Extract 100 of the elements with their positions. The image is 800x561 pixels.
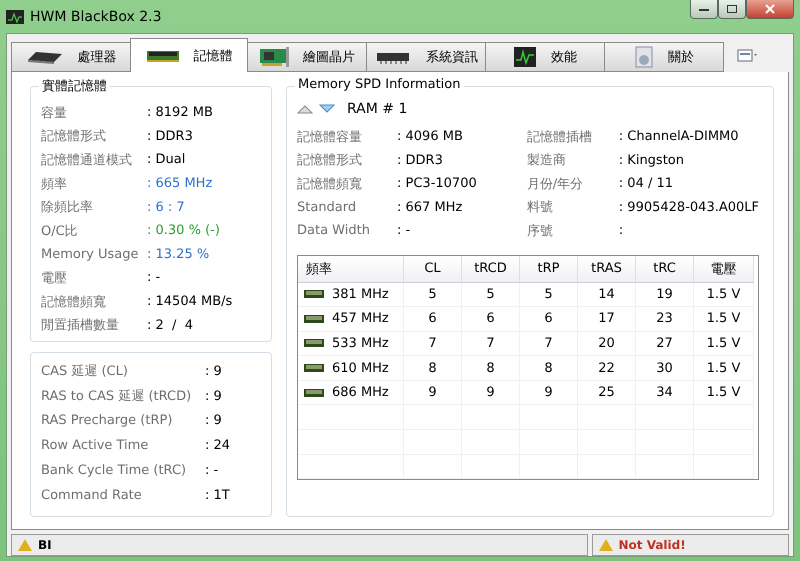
column-header[interactable]: tRAS [578, 256, 636, 282]
table-cell: 686 MHz [332, 385, 389, 400]
field-value: : Kingston [618, 152, 684, 168]
column-header[interactable]: 頻率 [298, 256, 404, 282]
field-value: : [618, 223, 624, 238]
field-value: : - [205, 463, 218, 478]
field-value: : 13.25 % [147, 246, 210, 262]
status-text: Not Valid! [618, 538, 686, 552]
tab[interactable]: 處理器 [11, 42, 131, 72]
app-icon [6, 10, 24, 24]
empty-table-cell [636, 454, 694, 480]
field-label: 記憶體容量 [297, 128, 363, 146]
window-title: HWM BlackBox 2.3 [30, 8, 163, 24]
info-icon [634, 46, 654, 68]
table-cell: 381 MHz [332, 286, 389, 302]
tab[interactable]: 記憶體 [130, 38, 248, 72]
field-label: 製造商 [526, 152, 567, 170]
column-header[interactable]: tRCD [462, 256, 520, 282]
field-value: : 8192 MB [147, 105, 213, 120]
field-label: 記憶體形式 [41, 128, 107, 146]
field-label: 料號 [526, 199, 554, 216]
graphics-card-icon [259, 47, 289, 67]
table-cell: 533 MHz [332, 336, 389, 351]
warning-icon [18, 539, 32, 551]
field-label: Memory Usage [41, 246, 140, 262]
field-value: : 14504 MB/s [147, 294, 232, 310]
field-label: 頻率 [41, 176, 68, 193]
table-cell: 17 [598, 311, 615, 326]
table-cell: 1.5 V [706, 286, 740, 302]
table-cell: 6 [428, 311, 437, 326]
field-value: : 4096 MB [397, 129, 463, 144]
maximize-button[interactable] [718, 0, 746, 19]
field-value: : 665 MHz [147, 176, 212, 192]
minimize-button[interactable] [690, 0, 718, 19]
field-label: Bank Cycle Time (tRC) [41, 463, 188, 478]
field-value: : 1T [205, 488, 230, 503]
column-header[interactable]: tRP [520, 256, 578, 282]
close-button[interactable] [746, 0, 794, 19]
table-cell: 20 [598, 336, 615, 351]
memory-stick-icon [304, 338, 324, 348]
field-value: : 667 MHz [397, 200, 462, 215]
table-cell: 5 [486, 286, 495, 302]
table-cell: 5 [544, 286, 553, 302]
menu-icon[interactable] [737, 48, 759, 64]
memory-stick-icon [304, 289, 324, 300]
up-arrow-icon[interactable] [297, 104, 313, 114]
column-header[interactable]: CL [404, 256, 462, 282]
group-title: Memory SPD Information [295, 77, 464, 92]
close-icon [765, 4, 775, 14]
table-cell: 27 [656, 336, 673, 351]
empty-table-cell [404, 454, 462, 480]
field-label: 容量 [41, 104, 68, 122]
empty-table-cell [694, 454, 754, 480]
tab[interactable]: 系統資訊 [366, 42, 486, 72]
field-label: 記憶體頻寬 [41, 294, 107, 311]
field-value: : - [397, 223, 410, 238]
status-text: BI [38, 538, 52, 552]
field-value: : ChannelA-DIMM0 [618, 129, 739, 144]
tab[interactable]: 效能 [485, 42, 605, 72]
field-label: Command Rate [41, 488, 143, 503]
table-cell: 30 [656, 360, 673, 376]
memory-stick-icon [146, 48, 180, 62]
table-cell: 7 [428, 336, 437, 351]
module-label: RAM # 1 [347, 101, 408, 117]
minimize-icon [699, 7, 709, 11]
table-cell: 8 [544, 360, 553, 376]
field-label: 序號 [526, 222, 554, 240]
field-label: 閒置插槽數量 [41, 317, 120, 334]
memory-stick-icon [304, 388, 324, 398]
field-label: 月份/年分 [526, 176, 584, 193]
table-cell: 19 [656, 286, 673, 302]
field-label: Data Width [297, 223, 371, 238]
field-value: : DDR3 [397, 152, 443, 168]
down-arrow-icon[interactable] [319, 104, 335, 114]
field-value: : 0.30 % (-) [147, 223, 220, 238]
table-cell: 9 [486, 385, 495, 400]
chip-icon [374, 50, 412, 64]
field-label: 電壓 [41, 270, 68, 287]
field-label: 記憶體形式 [297, 152, 363, 170]
table-cell: 9 [428, 385, 437, 400]
field-value: : 24 [205, 438, 230, 454]
monitor-icon [513, 46, 537, 68]
table-cell: 8 [428, 360, 437, 376]
table-cell: 6 [486, 311, 495, 326]
table-cell: 610 MHz [332, 360, 389, 376]
field-label: Standard [297, 200, 358, 215]
field-label: CAS 延遲 (CL) [41, 363, 129, 380]
field-value: : Dual [147, 152, 186, 168]
table-cell: 7 [486, 336, 495, 351]
warning-icon [598, 539, 612, 551]
chip-icon [26, 50, 64, 64]
field-label: 除頻比率 [41, 199, 94, 216]
tab[interactable]: 繪圖晶片 [247, 42, 367, 72]
column-header[interactable]: 電壓 [694, 256, 754, 282]
table-cell: 1.5 V [706, 336, 740, 351]
empty-table-cell [462, 454, 520, 480]
tab[interactable]: 關於 [604, 42, 724, 72]
empty-table-cell [578, 454, 636, 480]
table-cell: 6 [544, 311, 553, 326]
column-header[interactable]: tRC [636, 256, 694, 282]
